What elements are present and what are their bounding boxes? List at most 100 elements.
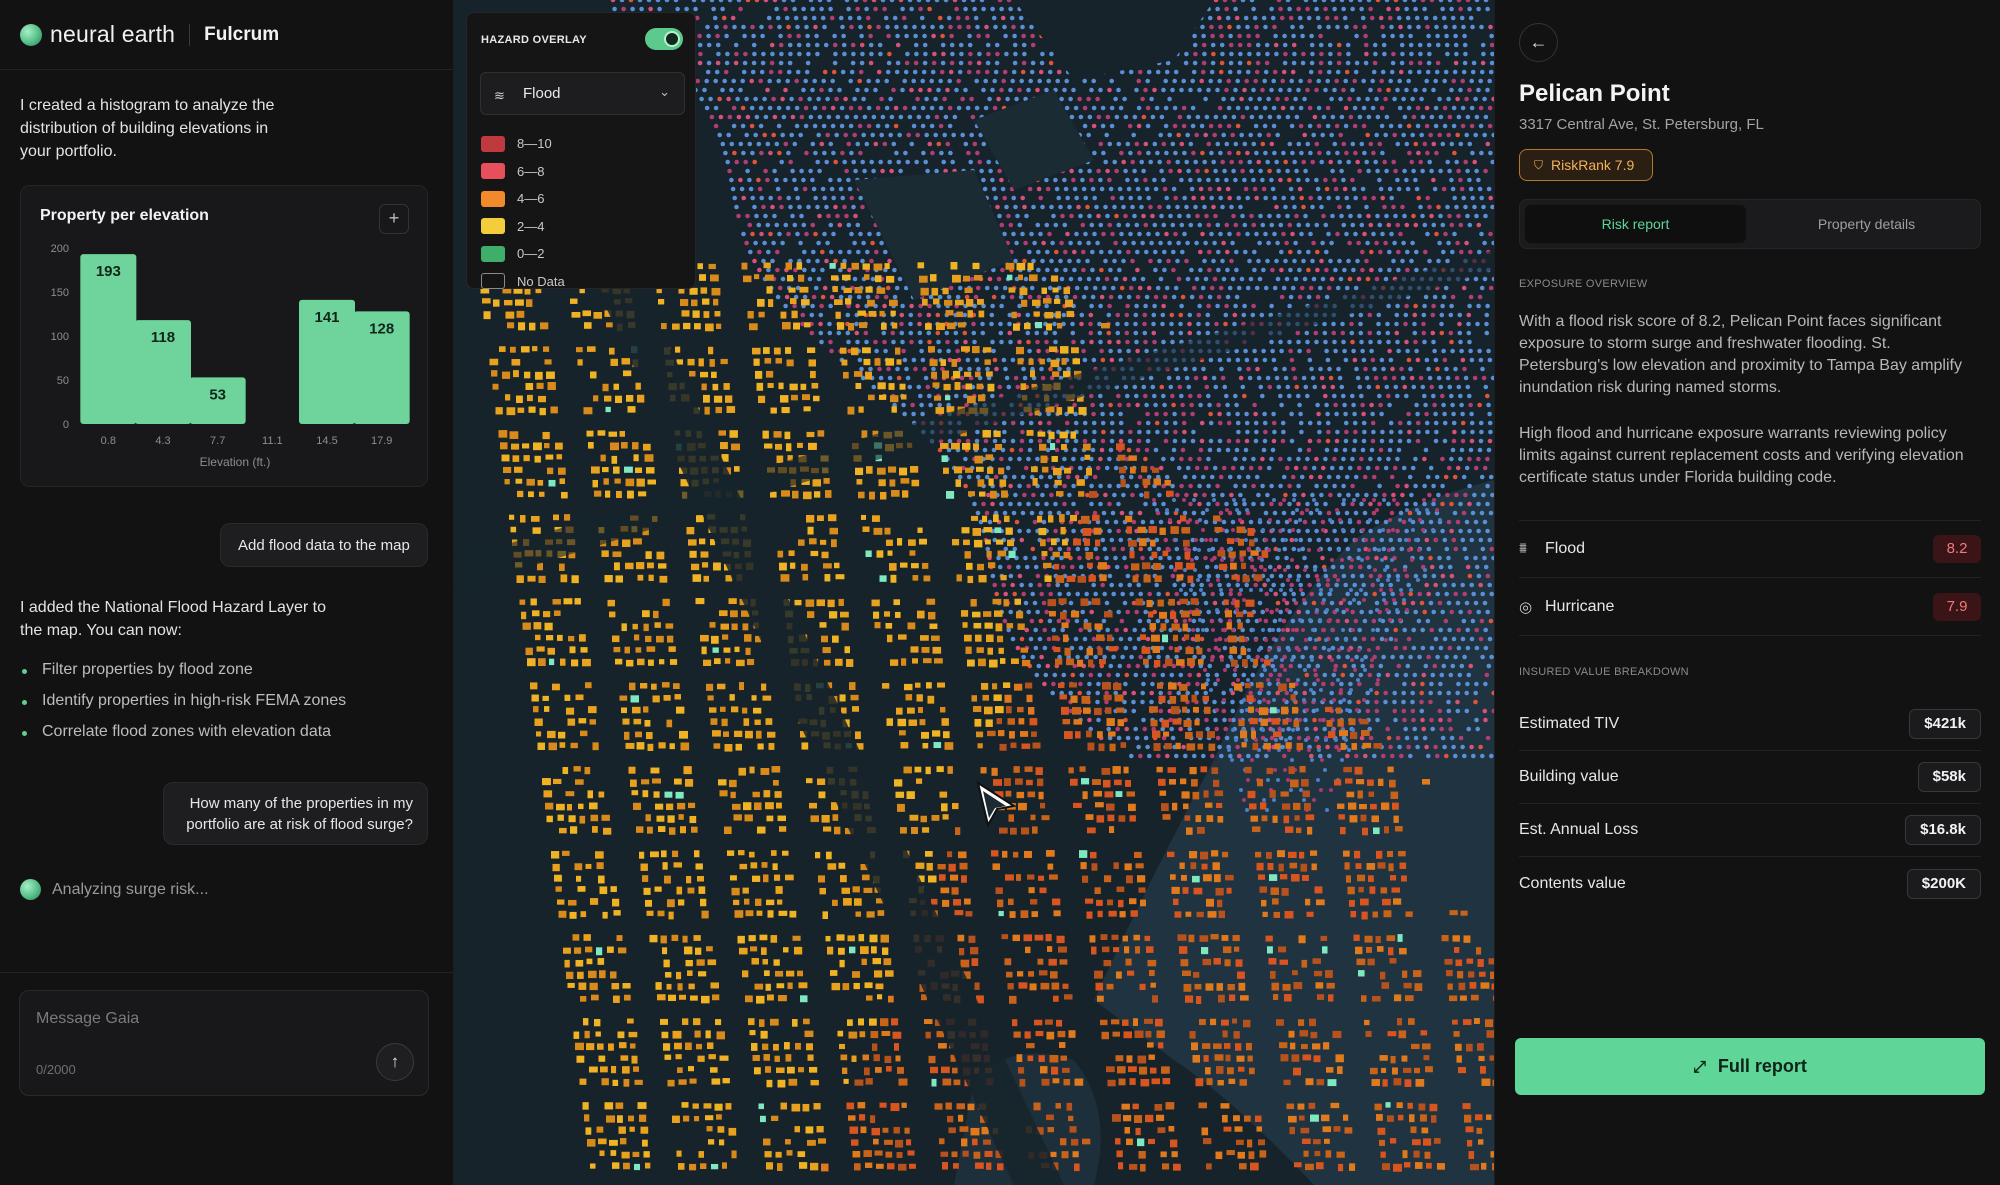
- arrow-left-icon: ←: [1529, 32, 1548, 52]
- bar-value-label: 118: [151, 329, 175, 346]
- hazard-overlay-panel: HAZARD OVERLAY ≋ Flood ⌄ 8—10 6—8 4—6 2—4 0—…: [466, 12, 696, 290]
- hazard-overlay-toggle[interactable]: [645, 28, 683, 50]
- value-label: Estimated TIV: [1519, 715, 1620, 732]
- value-label: Est. Annual Loss: [1519, 821, 1639, 838]
- hazard-label: Flood: [1545, 539, 1586, 557]
- list-item: Correlate flood zones with elevation dat…: [22, 723, 346, 754]
- brand-bar: neural earth Fulcrum: [0, 0, 454, 70]
- hazard-score: 8.2: [1933, 534, 1981, 563]
- value-chip: $16.8k: [1905, 815, 1981, 845]
- value-label: Contents value: [1519, 874, 1626, 892]
- x-tick-label: 11.1: [262, 435, 283, 447]
- hazard-label: Hurricane: [1545, 597, 1615, 615]
- chevron-down-icon: ⌄: [659, 84, 670, 99]
- legend-swatch: [481, 218, 505, 235]
- send-button[interactable]: ↑: [376, 1043, 414, 1081]
- legend-label: 8—10: [517, 136, 552, 152]
- bar-value-label: 193: [96, 263, 121, 280]
- chart-add-button[interactable]: +: [379, 204, 409, 234]
- hazard-row-hurricane: ◎ Hurricane 7.9: [1519, 578, 1981, 636]
- composer-divider: [0, 972, 454, 973]
- tab-risk-report[interactable]: Risk report: [1525, 205, 1746, 243]
- legend-swatch: [481, 245, 505, 262]
- x-axis-label: Elevation (ft.): [200, 455, 271, 469]
- y-tick-label: 50: [57, 375, 69, 387]
- gaia-avatar-icon: [20, 879, 41, 900]
- legend-swatch: [481, 135, 505, 152]
- list-item: Identify properties in high-risk FEMA zo…: [22, 692, 346, 723]
- riskrank-value: RiskRank 7.9: [1551, 157, 1635, 173]
- user-message-add-flood: Add flood data to the map: [220, 523, 428, 567]
- bar-value-label: 141: [314, 309, 339, 326]
- flood-icon: ⩩: [1519, 540, 1528, 557]
- value-chip: $200K: [1906, 868, 1981, 899]
- legend-label: 2—4: [517, 218, 545, 234]
- expand-icon: ⤢: [1693, 1059, 1706, 1076]
- brand-divider: [189, 23, 191, 46]
- x-tick-label: 4.3: [155, 435, 170, 447]
- value-row-contents: Contents value $200K: [1519, 857, 1981, 910]
- assistant-message-followup: I added the National Flood Hazard Layer …: [20, 599, 326, 639]
- capability-list: Filter properties by flood zone Identify…: [22, 661, 346, 754]
- map-view[interactable]: HAZARD OVERLAY ≋ Flood ⌄ 8—10 6—8 4—6 2—4 0—…: [454, 0, 1494, 1185]
- property-detail-panel: ← Pelican Point 3317 Central Ave, St. Pe…: [1494, 0, 2000, 1185]
- hazard-overlay-title: HAZARD OVERLAY: [481, 34, 587, 46]
- y-tick-label: 100: [51, 331, 69, 343]
- assistant-message-intro: I created a histogram to analyze the dis…: [20, 97, 275, 160]
- legend-item: 6—8: [481, 158, 565, 186]
- legend-swatch: [481, 163, 505, 180]
- y-tick-label: 200: [51, 243, 69, 255]
- legend-item: 0—2: [481, 240, 565, 268]
- tab-property-details[interactable]: Property details: [1756, 205, 1977, 243]
- assistant-status: Analyzing surge risk...: [20, 879, 209, 900]
- exposure-paragraph-2: High flood and hurricane exposure warran…: [1519, 425, 1964, 486]
- legend-item: 4—6: [481, 185, 565, 213]
- list-item: Filter properties by flood zone: [22, 661, 346, 692]
- message-placeholder: Message Gaia: [36, 1010, 140, 1027]
- legend-label: 6—8: [517, 163, 545, 179]
- value-label: Building value: [1519, 768, 1619, 785]
- exposure-overview-label: EXPOSURE OVERVIEW: [1519, 278, 1648, 290]
- histogram-chart: 0 50 100 150 200 193 0.8 118 4.3 53 7.7 11.1 141 14.5…: [51, 243, 410, 469]
- y-tick-label: 150: [51, 287, 69, 299]
- message-input[interactable]: Message Gaia 0/2000 ↑: [19, 990, 429, 1096]
- y-tick-label: 0: [63, 419, 69, 431]
- hurricane-icon: ◎: [1519, 598, 1533, 616]
- layers-icon: ≋: [494, 88, 505, 103]
- legend-swatch: [481, 273, 505, 290]
- full-report-label: Full report: [1717, 1056, 1807, 1076]
- brand-name: neural earth: [50, 21, 176, 47]
- hazard-type-select[interactable]: ≋ Flood ⌄: [480, 72, 685, 115]
- legend-item: 2—4: [481, 213, 565, 241]
- neural-earth-logo-icon: [20, 23, 42, 46]
- value-row-tiv: Estimated TIV $421k: [1519, 698, 1981, 751]
- shield-icon: ⛉: [1534, 157, 1544, 172]
- cursor-icon: [976, 780, 1017, 828]
- legend-label: No Data: [517, 273, 565, 289]
- legend-label: 0—2: [517, 246, 545, 262]
- chat-panel: neural earth Fulcrum I created a histogr…: [0, 0, 454, 1185]
- hazard-row-flood: ⩩ Flood 8.2: [1519, 520, 1981, 578]
- full-report-button[interactable]: ⤢ Full report: [1515, 1038, 1985, 1095]
- legend-item: No Data: [481, 268, 565, 296]
- hazard-type-value: Flood: [523, 85, 561, 102]
- back-button[interactable]: ←: [1519, 23, 1558, 62]
- hazard-legend: 8—10 6—8 4—6 2—4 0—2 No Data: [481, 130, 565, 295]
- value-chip: $58k: [1917, 762, 1981, 792]
- bar-value-label: 128: [369, 320, 394, 337]
- x-tick-label: 17.9: [371, 435, 392, 447]
- property-address: 3317 Central Ave, St. Petersburg, FL: [1519, 116, 1764, 133]
- legend-label: 4—6: [517, 191, 545, 207]
- legend-item: 8—10: [481, 130, 565, 158]
- chart-title: Property per elevation: [40, 207, 209, 224]
- riskrank-badge: ⛉ RiskRank 7.9: [1519, 149, 1654, 181]
- value-chip: $421k: [1909, 709, 1981, 739]
- x-tick-label: 14.5: [316, 435, 337, 447]
- hazard-score: 7.9: [1933, 592, 1981, 621]
- value-row-annual-loss: Est. Annual Loss $16.8k: [1519, 804, 1981, 857]
- insured-value-label: INSURED VALUE BREAKDOWN: [1519, 666, 1689, 678]
- status-text: Analyzing surge risk...: [52, 880, 209, 898]
- x-tick-label: 7.7: [210, 435, 225, 447]
- value-row-building: Building value $58k: [1519, 751, 1981, 804]
- property-name: Pelican Point: [1519, 80, 1670, 107]
